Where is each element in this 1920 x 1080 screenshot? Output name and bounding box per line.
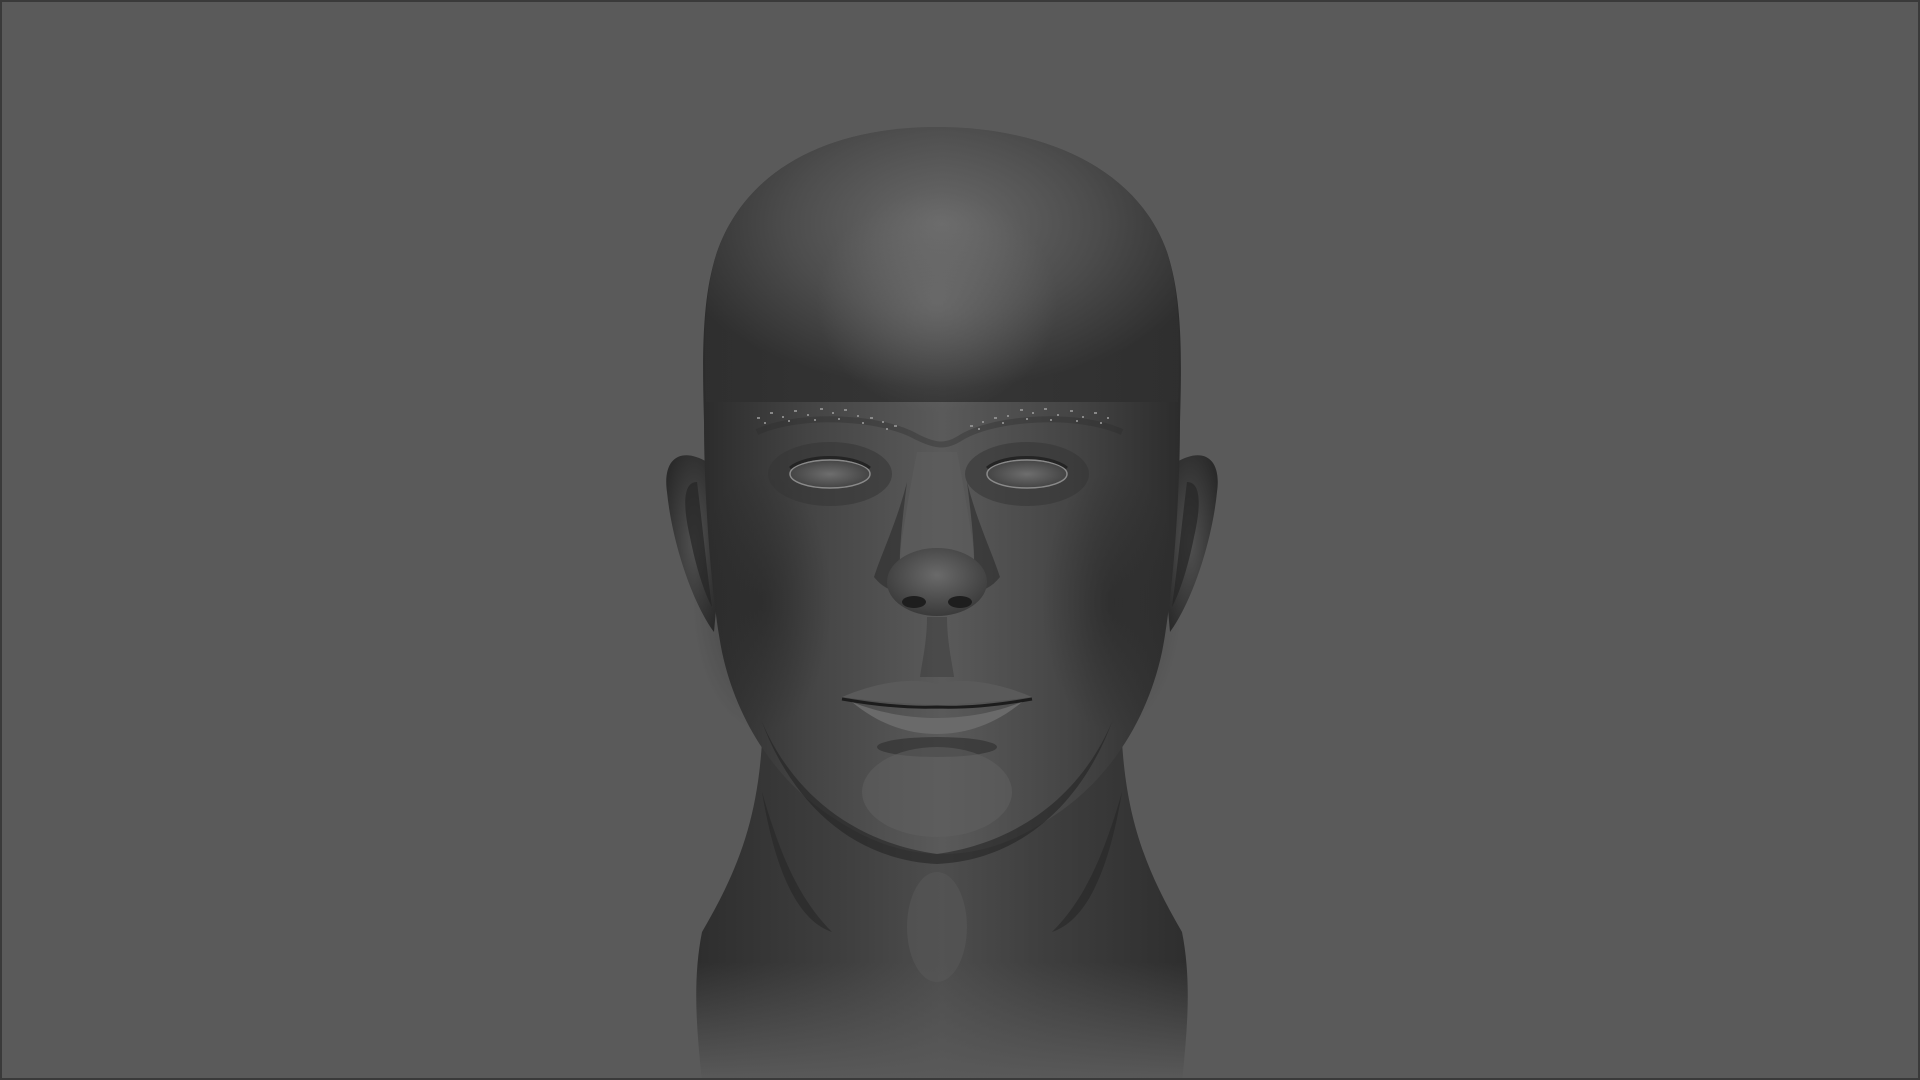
neck-fade (682, 962, 1202, 1078)
cheek-shadow-right (1042, 472, 1182, 732)
eye-right (986, 459, 1068, 489)
nostril-right (948, 596, 972, 608)
3d-viewport[interactable] (0, 0, 1920, 1080)
eye-left (789, 459, 871, 489)
forehead-highlight (817, 192, 1057, 412)
cheek-shadow-left (692, 472, 832, 732)
nose-tip (887, 548, 987, 616)
chin (862, 747, 1012, 837)
nostril-left (902, 596, 926, 608)
head-model[interactable] (666, 127, 1218, 1080)
viewport-canvas[interactable] (2, 2, 1920, 1080)
